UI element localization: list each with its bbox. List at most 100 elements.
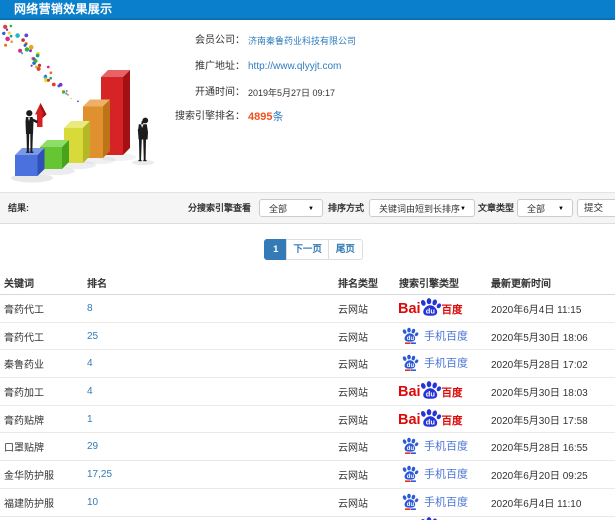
baidu-pc-logo [399, 409, 463, 427]
rank-type-cell: 云网站 [334, 294, 396, 323]
open-time-value: 2019年5月27日 09:17 [248, 88, 336, 98]
rank-table: 关键词 排名 排名类型 搜索引擎类型 最新更新时间 膏药代工 8 云网站 202… [0, 270, 615, 520]
info-row-rankcount: 搜索引擎排名： 4895条 [0, 110, 615, 124]
keyword-cell: 口罩贴牌 [0, 432, 83, 462]
rank-link[interactable]: 25 [87, 331, 98, 342]
col-header-rank-type: 排名类型 [334, 270, 396, 295]
rank-cell: 17,25 [83, 460, 334, 489]
rank-type-cell: 云网站 [334, 432, 396, 462]
rank-cell: 1 [83, 405, 334, 434]
info-row-url: 推广地址： http://www.qlyyjt.com [0, 60, 615, 74]
rank-link[interactable]: 29 [87, 441, 98, 452]
rank-type-cell: 云网站 [334, 322, 396, 351]
rank-cell: 4 [83, 349, 334, 379]
rank-cell: 10 [83, 488, 334, 517]
rank-link[interactable]: 4 [87, 386, 93, 397]
rank-type-cell [334, 516, 396, 520]
engine-cell [396, 377, 487, 406]
engine-filter-label: 分搜索引擎查看 [188, 203, 252, 213]
keyword-cell: 膏药贴牌 [0, 405, 83, 434]
updated-cell: 2020年5月30日 18:03 [487, 377, 615, 406]
pagination: 1 下一页 尾页 [6, 239, 615, 260]
info-row-member: 会员公司： 济南秦鲁药业科技有限公司 [0, 34, 615, 48]
engine-cell [396, 488, 487, 517]
promo-url-label: 推广地址： [195, 61, 245, 72]
updated-cell: 2020年6月4日 11:10 [487, 488, 615, 517]
rank-count-number: 4895 [248, 111, 273, 123]
table-row: 膏药贴牌 1 云网站 2020年5月30日 17:58 [0, 405, 615, 434]
result-label: 结果: [8, 203, 29, 213]
rank-cell: 4 [83, 377, 334, 406]
title-bar: 网络营销效果展示 [0, 0, 615, 20]
next-page-button[interactable]: 下一页 [286, 239, 329, 260]
table-row: 福建防护服 10 云网站 2020年6月4日 11:10 [0, 488, 615, 517]
article-select-value: 全部 [527, 204, 546, 214]
baidu-mobile-logo [399, 352, 469, 372]
rank-link[interactable]: 1 [87, 414, 93, 425]
rank-count-unit: 条 [272, 111, 284, 123]
col-header-engine-type: 搜索引擎类型 [396, 270, 487, 295]
table-row: 金华防护服 17,25 云网站 2020年6月20日 09:25 [0, 460, 615, 489]
rank-type-cell: 云网站 [334, 488, 396, 517]
bar-chart-illustration [2, 24, 154, 183]
table-row: 膏药加工 4 云网站 2020年5月30日 18:03 [0, 377, 615, 406]
baidu-mobile-logo [399, 463, 469, 483]
rank-type-cell: 云网站 [334, 377, 396, 406]
engine-cell [396, 516, 487, 520]
updated-cell: 2020年6月20日 09:25 [487, 460, 615, 489]
sort-select-value: 关键词由短到长排序 [379, 204, 461, 214]
col-header-keyword: 关键词 [0, 270, 83, 295]
info-row-opened: 开通时间： 2019年5月27日 09:17 [0, 86, 615, 100]
table-row: 膏药代工 25 云网站 2020年5月30日 18:06 [0, 322, 615, 351]
page-1-button[interactable]: 1 [264, 239, 288, 260]
engine-select-caret-icon: ▼ [308, 206, 314, 212]
baidu-mobile-logo [399, 325, 469, 345]
updated-cell: 2020年6月4日 11:15 [487, 294, 615, 323]
member-company-label: 会员公司： [195, 35, 245, 46]
rank-type-cell: 云网站 [334, 349, 396, 379]
sort-select[interactable]: 关键词由短到长排序 ▼ [369, 199, 475, 217]
page: 网络营销效果展示 会员公司： 济南秦鲁药业科技有限公司 推广地址： http:/… [0, 0, 615, 520]
rank-link[interactable]: 10 [87, 497, 98, 508]
submit-button[interactable]: 提交 [577, 199, 615, 217]
filter-bar: 结果: 分搜索引擎查看 全部 ▼ 排序方式 关键词由短到长排序 ▼ 文章类型 全… [0, 192, 615, 224]
article-select-caret-icon: ▼ [558, 206, 564, 212]
keyword-cell: 金华防护服 [0, 460, 83, 489]
keyword-cell: 膏药代工 [0, 322, 83, 351]
rank-link[interactable]: 8 [87, 303, 93, 314]
engine-select-value: 全部 [269, 204, 288, 214]
rank-count-label: 搜索引擎排名： [175, 111, 245, 122]
rank-link[interactable]: 4 [87, 358, 93, 369]
table-row [0, 516, 615, 520]
engine-cell [396, 294, 487, 323]
updated-cell: 2020年5月30日 17:58 [487, 405, 615, 434]
article-filter-label: 文章类型 [478, 203, 515, 213]
updated-cell: 2020年5月28日 17:02 [487, 349, 615, 379]
summary-section: 会员公司： 济南秦鲁药业科技有限公司 推广地址： http://www.qlyy… [0, 20, 615, 192]
engine-cell [396, 322, 487, 351]
rank-count-value: 4895条 [248, 110, 283, 124]
open-time-label: 开通时间： [195, 87, 245, 98]
last-page-button[interactable]: 尾页 [327, 239, 363, 260]
rank-type-cell: 云网站 [334, 405, 396, 434]
keyword-cell: 膏药加工 [0, 377, 83, 406]
promo-url-link[interactable]: http://www.qlyyjt.com [248, 60, 341, 74]
article-select[interactable]: 全部 ▼ [517, 199, 573, 217]
col-header-rank: 排名 [83, 270, 334, 295]
updated-cell: 2020年5月28日 16:55 [487, 432, 615, 462]
keyword-cell [0, 516, 83, 520]
updated-cell: 2020年5月30日 18:06 [487, 322, 615, 351]
rank-link[interactable]: 17,25 [87, 469, 112, 480]
bar-blue [15, 148, 45, 176]
keyword-cell: 福建防护服 [0, 488, 83, 517]
table-row: 秦鲁药业 4 云网站 2020年5月28日 17:02 [0, 349, 615, 379]
keyword-cell: 膏药代工 [0, 294, 83, 323]
sort-select-caret-icon: ▼ [460, 206, 466, 212]
rank-type-cell: 云网站 [334, 460, 396, 489]
member-company-link[interactable]: 济南秦鲁药业科技有限公司 [248, 34, 356, 48]
engine-cell [396, 405, 487, 434]
rank-cell: 25 [83, 322, 334, 351]
rank-cell: 29 [83, 432, 334, 462]
engine-cell [396, 349, 487, 379]
engine-select[interactable]: 全部 ▼ [259, 199, 323, 217]
